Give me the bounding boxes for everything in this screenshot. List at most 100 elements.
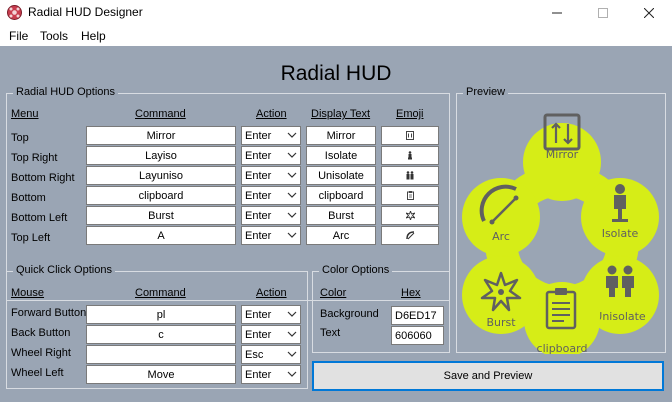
page-title: Radial HUD [280, 62, 392, 85]
chevron-down-icon [287, 192, 297, 198]
minimize-icon [552, 12, 562, 14]
mirror-icon [406, 131, 414, 140]
color-column-header: Color [320, 287, 347, 299]
row-label-bottom-left: Bottom Left [11, 212, 68, 224]
command-input-bottom-right[interactable]: Layuniso [86, 166, 236, 185]
row-label-top-right: Top Right [11, 152, 58, 164]
action-value: Enter [245, 368, 272, 381]
chevron-down-icon [287, 351, 297, 357]
command-input-wheel-left[interactable]: Move [86, 365, 236, 384]
display-text-column-header: Display Text [311, 108, 371, 120]
action-select-wheel-right[interactable]: Esc [241, 345, 301, 364]
display-text-input-top[interactable]: Mirror [306, 126, 376, 145]
action-value: Enter [245, 328, 272, 341]
hud-item-top-left[interactable] [462, 178, 540, 256]
action-value: Esc [245, 348, 264, 361]
minimize-button[interactable] [534, 0, 580, 26]
chevron-down-icon [287, 132, 297, 138]
app-icon [7, 5, 22, 20]
menu-tools[interactable]: Tools [40, 29, 68, 43]
action-value: Enter [245, 149, 272, 162]
title-bar: Radial HUD Designer [0, 0, 672, 26]
action-value: Enter [245, 169, 272, 182]
hud-item-top[interactable] [523, 123, 601, 201]
hud-item-label: Arc [492, 230, 510, 243]
action-select-top-left[interactable]: Enter [241, 226, 301, 245]
hud-item-label: Burst [486, 316, 516, 329]
mouse-column-header: Mouse [11, 287, 45, 299]
display-text-input-bottom-left[interactable]: Burst [306, 206, 376, 225]
display-text-input-bottom-right[interactable]: Unisolate [306, 166, 376, 185]
command-column-header: Command [135, 108, 186, 120]
command-input-top-right[interactable]: Layiso [86, 146, 236, 165]
row-label-bottom: Bottom [11, 192, 46, 204]
group-legend: Radial HUD Options [13, 86, 119, 98]
save-and-preview-button[interactable]: Save and Preview [312, 361, 664, 391]
text-hex-input[interactable]: 606060 [391, 326, 444, 345]
action-value: Enter [245, 229, 272, 242]
menu-bar: File Tools Help [0, 26, 672, 46]
clipboard-icon [406, 191, 414, 200]
action-select-bottom[interactable]: Enter [241, 186, 301, 205]
command-input-top-left[interactable]: A [86, 226, 236, 245]
emoji-column-header: Emoji [396, 108, 424, 120]
maximize-icon [598, 8, 608, 18]
display-text-input-top-left[interactable]: Arc [306, 226, 376, 245]
chevron-down-icon [287, 152, 297, 158]
chevron-down-icon [287, 331, 297, 337]
action-select-wheel-left[interactable]: Enter [241, 365, 301, 384]
row-label-top-left: Top Left [11, 232, 51, 244]
window-title: Radial HUD Designer [28, 5, 143, 19]
action-select-back-button[interactable]: Enter [241, 325, 301, 344]
maximize-button[interactable] [580, 0, 626, 26]
menu-column-header: Menu [11, 108, 39, 120]
close-button[interactable] [626, 0, 672, 26]
emoji-picker-bottom-right[interactable] [381, 166, 439, 185]
emoji-picker-bottom[interactable] [381, 186, 439, 205]
action-value: Enter [245, 189, 272, 202]
menu-help[interactable]: Help [81, 29, 106, 43]
action-value: Enter [245, 129, 272, 142]
quick-action-column-header: Action [256, 287, 287, 299]
row-label-bottom-right: Bottom Right [11, 172, 75, 184]
action-select-top-right[interactable]: Enter [241, 146, 301, 165]
client-area: Radial HUD Radial HUD Options Menu Comma… [0, 46, 672, 402]
row-label-forward-button: Forward Button [11, 307, 87, 319]
menu-file[interactable]: File [9, 29, 28, 43]
chevron-down-icon [287, 311, 297, 317]
display-text-input-top-right[interactable]: Isolate [306, 146, 376, 165]
chevron-down-icon [287, 212, 297, 218]
emoji-picker-top[interactable] [381, 126, 439, 145]
unisolate-icon [406, 171, 414, 180]
action-value: Enter [245, 209, 272, 222]
hud-item-label: clipboard [537, 342, 588, 354]
display-text-input-bottom[interactable]: clipboard [306, 186, 376, 205]
group-legend: Quick Click Options [13, 264, 115, 276]
command-input-top[interactable]: Mirror [86, 126, 236, 145]
command-input-back-button[interactable]: c [86, 325, 236, 344]
emoji-picker-top-left[interactable] [381, 226, 439, 245]
action-select-bottom-left[interactable]: Enter [241, 206, 301, 225]
chevron-down-icon [287, 371, 297, 377]
radial-hud-preview: Mirror Isolate Unisolate clipboard Burst… [462, 113, 659, 354]
arc-icon [405, 231, 414, 240]
command-input-bottom-left[interactable]: Burst [86, 206, 236, 225]
hud-item-label: Isolate [602, 227, 639, 240]
hex-column-header: Hex [401, 287, 421, 299]
row-label-wheel-left: Wheel Left [11, 367, 64, 379]
quick-command-column-header: Command [135, 287, 186, 299]
background-hex-input[interactable]: D6ED17 [391, 306, 444, 325]
action-select-bottom-right[interactable]: Enter [241, 166, 301, 185]
emoji-picker-top-right[interactable] [381, 146, 439, 165]
action-select-top[interactable]: Enter [241, 126, 301, 145]
hud-item-label: Mirror [546, 148, 579, 161]
row-label-back-button: Back Button [11, 327, 71, 339]
command-input-forward-button[interactable]: pl [86, 305, 236, 324]
command-input-wheel-right[interactable] [86, 345, 236, 364]
command-input-bottom[interactable]: clipboard [86, 186, 236, 205]
hud-item-label: Unisolate [594, 310, 646, 323]
row-label-top: Top [11, 132, 29, 144]
emoji-picker-bottom-left[interactable] [381, 206, 439, 225]
action-select-forward-button[interactable]: Enter [241, 305, 301, 324]
isolate-icon [408, 151, 412, 160]
